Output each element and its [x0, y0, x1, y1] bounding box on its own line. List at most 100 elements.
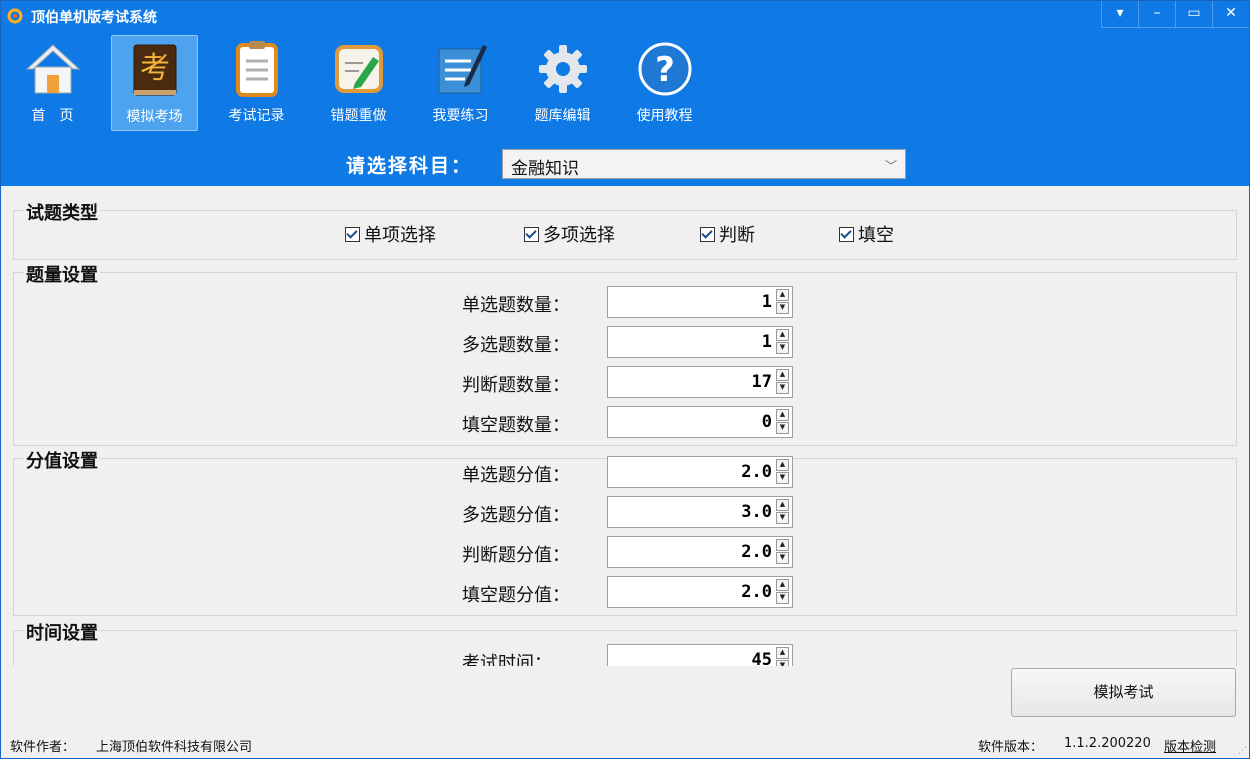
window-controls: ▾ – ▭ ✕: [1101, 1, 1249, 29]
tf-score-stepper[interactable]: 2.0 ▲ ▼: [607, 536, 793, 568]
group-title: 分值设置: [24, 447, 100, 473]
stepper-up-icon[interactable]: ▲: [776, 647, 789, 659]
tf-count-stepper[interactable]: 17 ▲ ▼: [607, 366, 793, 398]
blank-count-label: 填空题数量：: [462, 415, 570, 436]
stepper-value: 1: [761, 332, 772, 352]
toolbar-label: 我要练习: [432, 108, 489, 124]
resize-grip-icon[interactable]: ⋰: [1238, 746, 1247, 756]
time-group: 时间设置 考试时间： 45 ▲ ▼: [13, 619, 1237, 666]
home-icon: [25, 44, 80, 94]
tf-count-label: 判断题数量：: [462, 375, 570, 396]
version-value: 1.1.2.200220: [1064, 736, 1151, 751]
stepper-up-icon[interactable]: ▲: [776, 539, 789, 551]
maximize-button[interactable]: ▭: [1175, 1, 1212, 28]
stepper-up-icon[interactable]: ▲: [776, 459, 789, 471]
stepper-down-icon[interactable]: ▼: [776, 302, 789, 314]
toolbar-mock-exam[interactable]: 考 模拟考场: [111, 35, 198, 131]
multi-score-stepper[interactable]: 3.0 ▲ ▼: [607, 496, 793, 528]
checkbox-true-false[interactable]: 判断: [700, 221, 755, 247]
subject-select[interactable]: 金融知识 ﹀: [502, 149, 906, 179]
stepper-up-icon[interactable]: ▲: [776, 409, 789, 421]
blank-count-stepper[interactable]: 0 ▲ ▼: [607, 406, 793, 438]
settings-panel: 试题类型 单项选择 多项选择 判断 填空 题量设置 单选题数量： 1 ▲ ▼ 多选题…: [1, 186, 1249, 666]
single-count-label: 单选题数量：: [462, 295, 570, 316]
checkbox-checked-icon: [345, 227, 360, 242]
menu-dropdown-button[interactable]: ▾: [1101, 1, 1138, 28]
stepper-down-icon[interactable]: ▼: [776, 592, 789, 604]
close-button[interactable]: ✕: [1212, 1, 1249, 28]
start-mock-exam-button[interactable]: 模拟考试: [1011, 668, 1236, 717]
stepper-buttons: ▲ ▼: [776, 409, 791, 435]
toolbar-home[interactable]: 首 页: [9, 35, 96, 131]
stepper-down-icon[interactable]: ▼: [776, 512, 789, 524]
stepper-value: 3.0: [741, 502, 772, 522]
stepper-value: 0: [761, 412, 772, 432]
toolbar-label: 使用教程: [636, 108, 693, 124]
blank-score-label: 填空题分值：: [462, 585, 570, 606]
tf-score-label: 判断题分值：: [462, 545, 570, 566]
toolbar-tutorial[interactable]: ? 使用教程: [621, 35, 708, 131]
quantity-group: 题量设置 单选题数量： 1 ▲ ▼ 多选题数量： 1 ▲ ▼ 判断题数量： 17 ▲ ▼ 填…: [13, 261, 1237, 446]
gear-icon: [538, 45, 587, 93]
blank-score-stepper[interactable]: 2.0 ▲ ▼: [607, 576, 793, 608]
app-logo-icon: [7, 8, 23, 24]
stepper-buttons: ▲ ▼: [776, 369, 791, 395]
stepper-down-icon[interactable]: ▼: [776, 472, 789, 484]
stepper-down-icon[interactable]: ▼: [776, 552, 789, 564]
checkbox-fill-blank[interactable]: 填空: [839, 221, 894, 247]
stepper-value: 2.0: [741, 582, 772, 602]
stepper-buttons: ▲ ▼: [776, 459, 791, 485]
stepper-buttons: ▲ ▼: [776, 647, 791, 666]
version-check-link[interactable]: 版本检测: [1164, 736, 1216, 755]
title-bar: 顶伯单机版考试系统 ▾ – ▭ ✕: [1, 1, 1249, 31]
stepper-up-icon[interactable]: ▲: [776, 499, 789, 511]
toolbar-exam-records[interactable]: 考试记录: [213, 35, 300, 131]
version-label: 软件版本：: [978, 740, 1044, 755]
exam-time-label: 考试时间：: [462, 653, 552, 666]
checkbox-single-choice[interactable]: 单项选择: [345, 221, 436, 247]
stepper-up-icon[interactable]: ▲: [776, 329, 789, 341]
stepper-up-icon[interactable]: ▲: [776, 369, 789, 381]
stepper-down-icon[interactable]: ▼: [776, 382, 789, 394]
single-score-label: 单选题分值：: [462, 465, 570, 486]
chevron-down-icon: ﹀: [884, 159, 897, 173]
minimize-button[interactable]: –: [1138, 1, 1175, 28]
checkbox-checked-icon: [839, 227, 854, 242]
multi-count-label: 多选题数量：: [462, 335, 570, 356]
multi-count-stepper[interactable]: 1 ▲ ▼: [607, 326, 793, 358]
single-count-stepper[interactable]: 1 ▲ ▼: [607, 286, 793, 318]
toolbar-redo-wrong[interactable]: 错题重做: [315, 35, 402, 131]
group-title: 题量设置: [24, 261, 100, 287]
stepper-up-icon[interactable]: ▲: [776, 289, 789, 301]
checkbox-label: 判断: [719, 225, 755, 246]
author-label: 软件作者：: [10, 740, 76, 755]
stepper-buttons: ▲ ▼: [776, 539, 791, 565]
stepper-value: 2.0: [741, 462, 772, 482]
checkbox-label: 多项选择: [543, 225, 615, 246]
pencil-paper-icon: [334, 45, 383, 93]
toolbar-label: 模拟考场: [126, 109, 183, 125]
checkbox-label: 填空: [858, 225, 894, 246]
checkbox-multi-choice[interactable]: 多项选择: [524, 221, 615, 247]
toolbar-practice[interactable]: 我要练习: [417, 35, 504, 131]
question-type-group: 试题类型 单项选择 多项选择 判断 填空: [13, 199, 1237, 260]
main-toolbar: 首 页 考 模拟考场 考试记录 错题重做 我要练习 题库编辑 ? 使用教程: [9, 35, 723, 131]
notepad-pen-icon: [438, 45, 487, 94]
exam-time-stepper[interactable]: 45 ▲ ▼: [607, 644, 793, 666]
single-score-stepper[interactable]: 2.0 ▲ ▼: [607, 456, 793, 488]
toolbar-label: 首 页: [31, 108, 74, 124]
status-bar: 软件作者： 上海顶伯软件科技有限公司 软件版本： 1.1.2.200220 版本…: [1, 728, 1249, 758]
checkbox-checked-icon: [524, 227, 539, 242]
stepper-down-icon[interactable]: ▼: [776, 422, 789, 434]
group-title: 时间设置: [24, 619, 100, 645]
subject-value: 金融知识: [511, 159, 579, 179]
stepper-value: 1: [761, 292, 772, 312]
stepper-down-icon[interactable]: ▼: [776, 342, 789, 354]
stepper-up-icon[interactable]: ▲: [776, 579, 789, 591]
stepper-value: 45: [751, 650, 772, 666]
clipboard-icon: [235, 41, 278, 97]
toolbar-label: 考试记录: [228, 108, 285, 124]
group-title: 试题类型: [24, 199, 100, 225]
toolbar-bank-edit[interactable]: 题库编辑: [519, 35, 606, 131]
stepper-buttons: ▲ ▼: [776, 499, 791, 525]
